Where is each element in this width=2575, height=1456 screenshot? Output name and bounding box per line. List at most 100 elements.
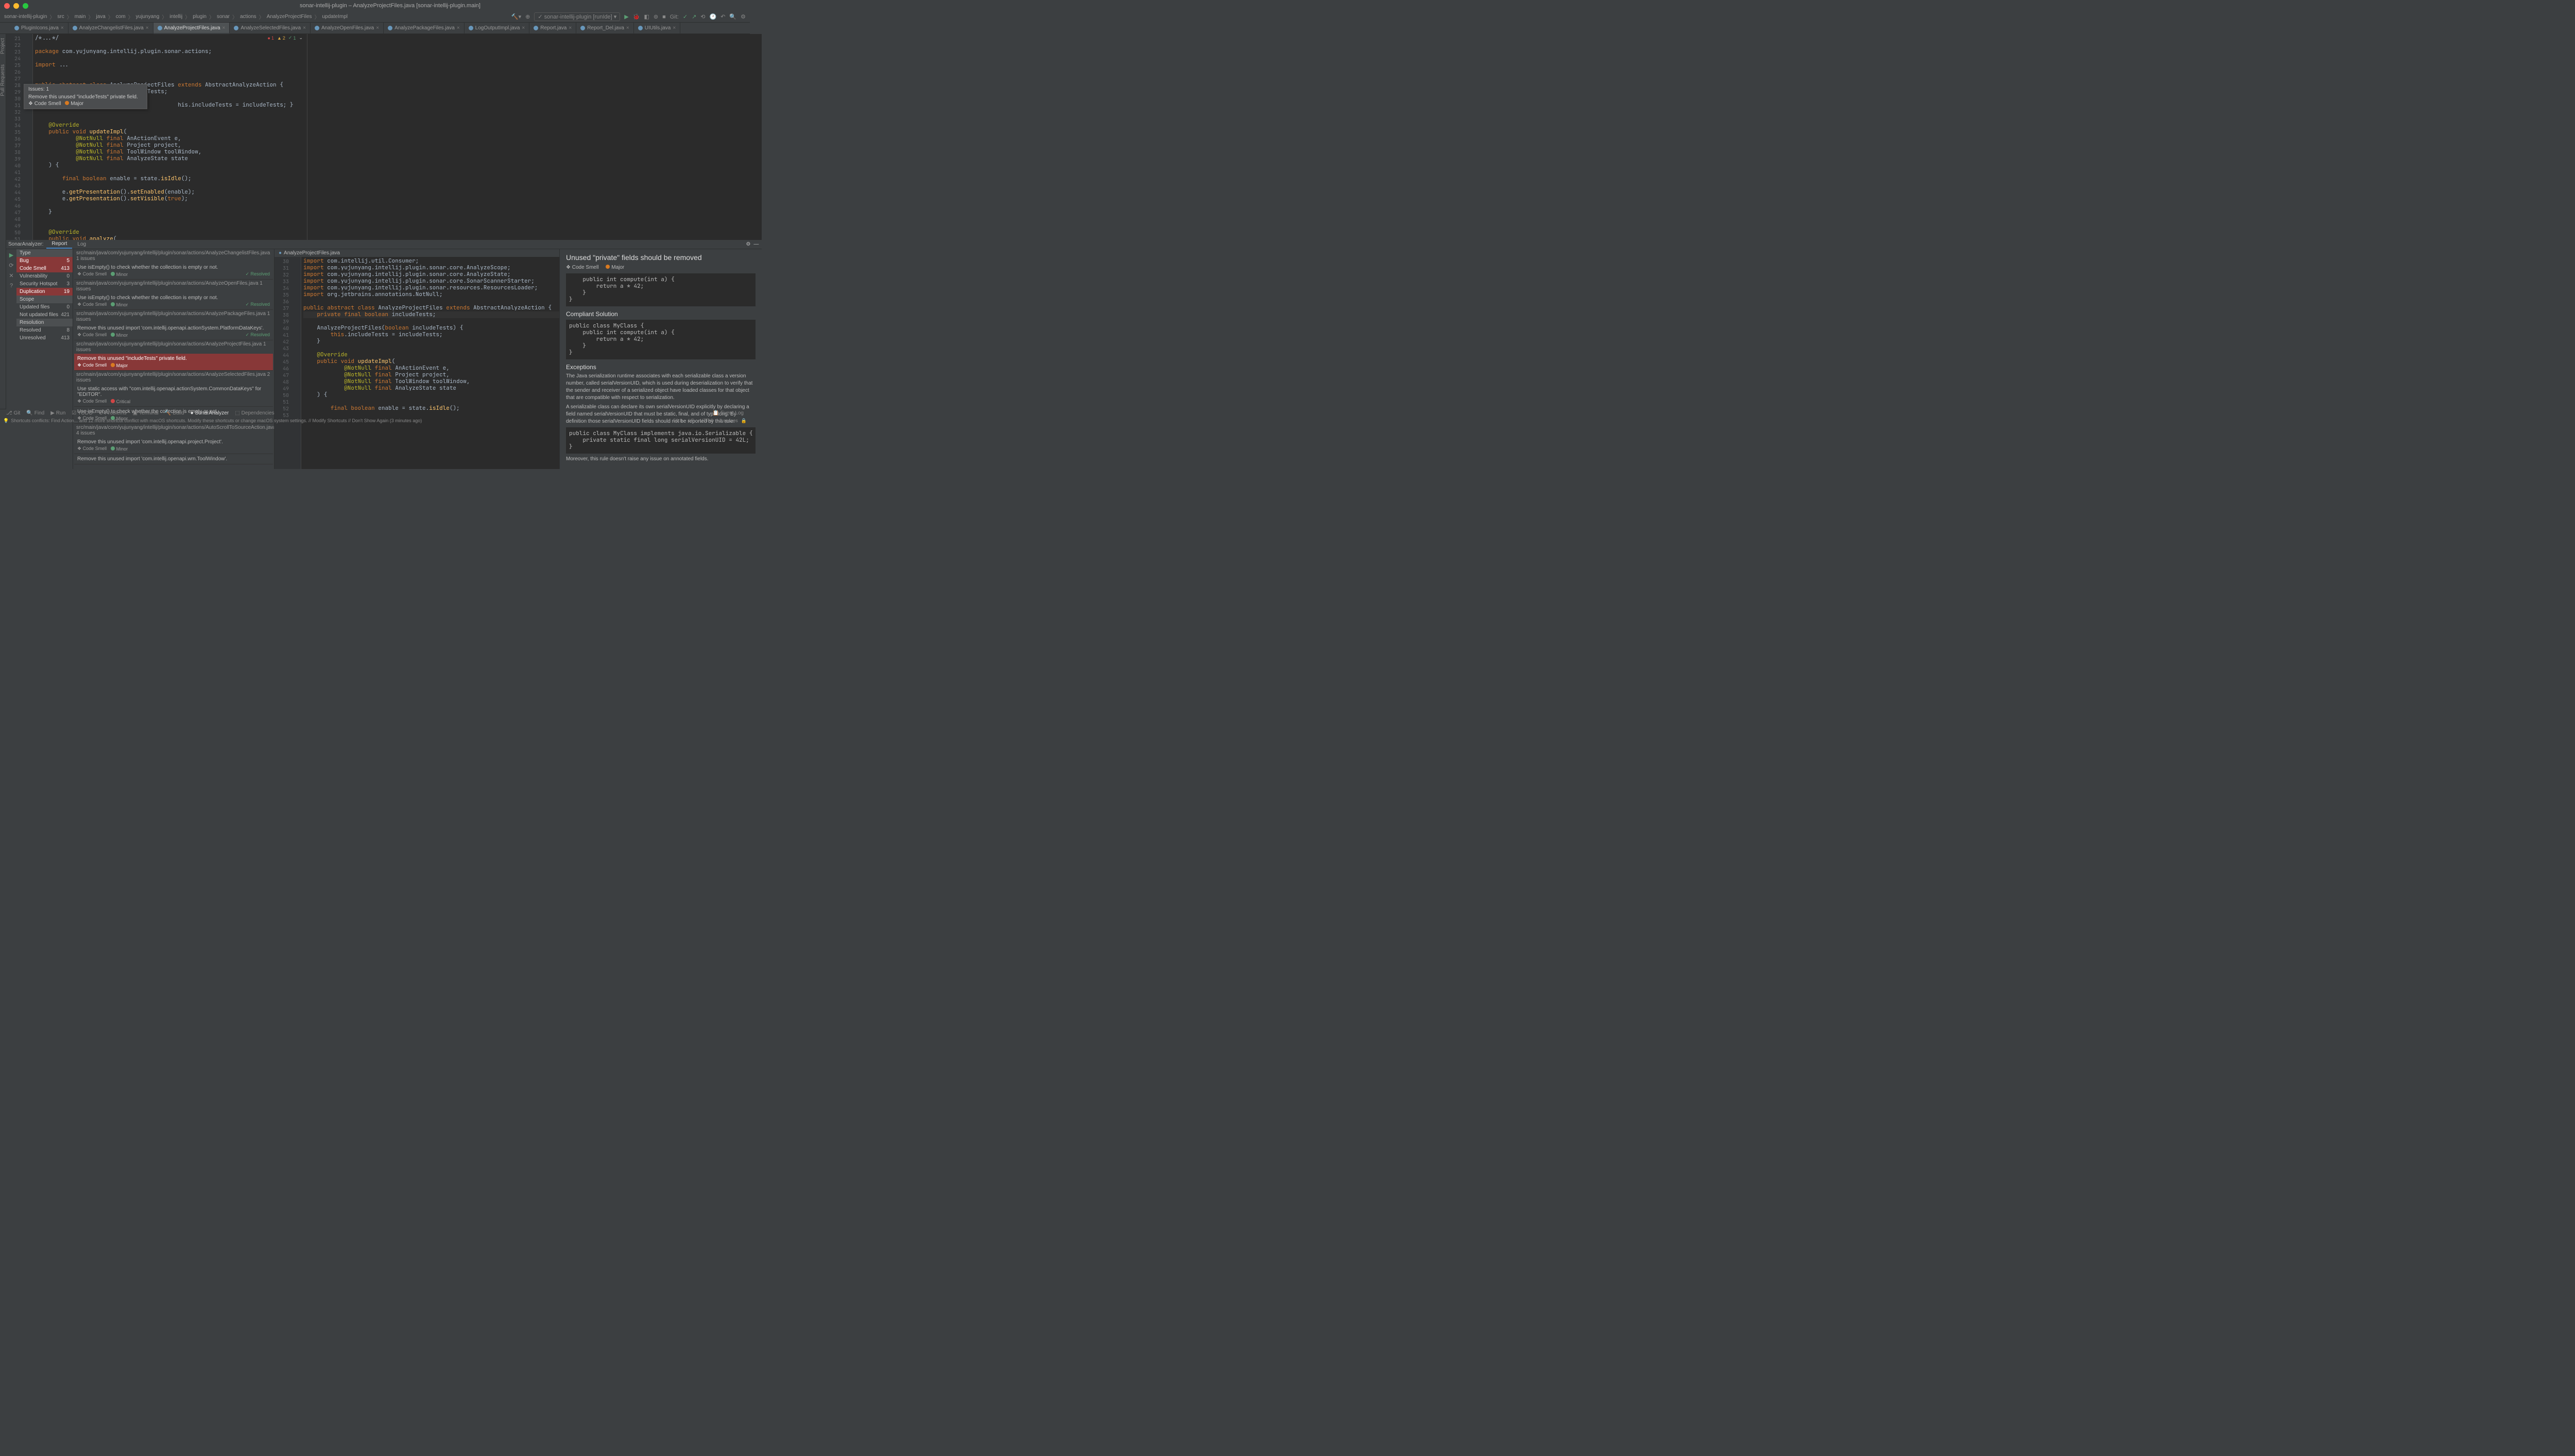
run-icon[interactable]: ▶ <box>624 13 628 20</box>
weak-warning-count[interactable]: ✓ 1 <box>288 35 296 41</box>
filter-row[interactable]: Not updated files421 <box>16 311 73 319</box>
filter-row[interactable]: Unresolved413 <box>16 334 73 342</box>
minimize-window[interactable] <box>13 3 19 9</box>
sb-run[interactable]: ▶ Run <box>47 410 68 416</box>
breadcrumb-seg[interactable]: updateImpl <box>322 14 348 20</box>
breadcrumb-seg[interactable]: plugin <box>193 14 207 20</box>
editor-pane[interactable]: ● 1 ▲ 2 ✓ 1 ⌄ 21 22 23 24 25 26 27 28 29… <box>6 34 307 240</box>
close-icon[interactable]: × <box>522 25 525 31</box>
close-icon[interactable]: × <box>146 25 149 31</box>
filter-row[interactable]: Security Hotspot3 <box>16 280 73 288</box>
sb-build[interactable]: 🔨 Build <box>162 410 187 416</box>
close-icon[interactable]: × <box>626 25 629 31</box>
zoom-window[interactable] <box>23 3 28 9</box>
issue-group-header[interactable]: src/main/java/com/yujunyang/intellij/plu… <box>73 424 274 437</box>
issues-list[interactable]: src/main/java/com/yujunyang/intellij/plu… <box>73 249 274 469</box>
editor-tab[interactable]: AnalyzeSelectedFiles.java× <box>230 23 311 33</box>
preview-panel[interactable]: ●AnalyzeProjectFiles.java 30 31 32 33 34… <box>274 249 560 469</box>
play-icon[interactable]: ▶ <box>8 251 15 258</box>
error-count[interactable]: ● 1 <box>268 36 274 41</box>
sb-readonly-icon[interactable]: 🔒 <box>741 418 747 424</box>
sb-eol[interactable]: LF <box>685 418 697 423</box>
preview-code[interactable]: import com.intellij.util.Consumer; impor… <box>301 257 559 469</box>
close-icon[interactable]: × <box>61 25 64 31</box>
sb-problems[interactable]: ⊘ Problems <box>96 410 130 416</box>
git-history-icon[interactable]: 🕐 <box>710 13 717 20</box>
sb-git[interactable]: ⎇ Git <box>3 410 23 416</box>
breadcrumb-seg[interactable]: sonar-intellij-plugin <box>4 14 47 20</box>
editor-tab[interactable]: Report_Del.java× <box>576 23 634 33</box>
close-icon[interactable]: × <box>673 25 676 31</box>
breadcrumb-seg[interactable]: actions <box>240 14 256 20</box>
sb-terminal[interactable]: ▣ Terminal <box>130 410 162 416</box>
debug-icon[interactable]: 🐞 <box>633 13 640 20</box>
settings-icon[interactable]: ⚙ <box>741 13 746 20</box>
filter-row[interactable]: Bug5 <box>16 257 73 265</box>
editor-tab[interactable]: UIUtils.java× <box>634 23 680 33</box>
report-tab[interactable]: Report <box>46 240 72 249</box>
sb-encoding[interactable]: UTF-8 <box>697 418 716 423</box>
close-icon[interactable]: × <box>222 25 226 31</box>
sb-indent[interactable]: 4 spaces <box>716 418 741 423</box>
issue-card[interactable]: Remove this unused import 'com.intellij.… <box>74 323 273 340</box>
filter-row[interactable]: Updated files0 <box>16 303 73 311</box>
issue-card[interactable]: Remove this unused import 'com.intellij.… <box>74 437 273 454</box>
filter-row[interactable]: Duplication19 <box>16 288 73 296</box>
git-push-icon[interactable]: ↗ <box>692 13 696 20</box>
close-icon[interactable]: × <box>457 25 460 31</box>
sb-find[interactable]: 🔍 Find <box>23 410 47 416</box>
clear-icon[interactable]: ✕ <box>8 272 15 279</box>
issue-card[interactable]: Use isEmpty() to check whether the colle… <box>74 293 273 310</box>
filter-row[interactable]: Vulnerability0 <box>16 272 73 280</box>
issue-group-header[interactable]: src/main/java/com/yujunyang/intellij/plu… <box>73 280 274 293</box>
close-icon[interactable]: × <box>303 25 306 31</box>
issue-group-header[interactable]: src/main/java/com/yujunyang/intellij/plu… <box>73 310 274 323</box>
help-icon[interactable]: ? <box>8 282 15 289</box>
git-rollback-icon[interactable]: ↶ <box>720 13 725 20</box>
code-body[interactable]: /*...*/ package com.yujunyang.intellij.p… <box>33 34 307 240</box>
sb-todo[interactable]: ☑ TODO <box>68 410 96 416</box>
hammer-icon[interactable]: 🔨▾ <box>511 13 521 20</box>
run-config-select[interactable]: ✓ sonar-intellij-plugin [runIde] ▾ <box>534 12 620 21</box>
editor-tab[interactable]: PluginIcons.java× <box>10 23 68 33</box>
tool-settings-icon[interactable]: ⚙ <box>746 241 753 247</box>
breadcrumb-seg[interactable]: main <box>75 14 86 20</box>
sb-eventlog[interactable]: 📋 Event Log <box>710 410 747 416</box>
issue-card[interactable]: Use isEmpty() to check whether the colle… <box>74 263 273 280</box>
sb-sonar[interactable]: ● SonarAnalyzer <box>187 410 232 416</box>
breadcrumb-seg[interactable]: intellij <box>169 14 182 20</box>
issue-group-header[interactable]: src/main/java/com/yujunyang/intellij/plu… <box>73 249 274 263</box>
issue-card[interactable]: Remove this unused import 'com.intellij.… <box>74 454 273 464</box>
rule-panel[interactable]: Unused "private" fields should be remove… <box>560 249 762 469</box>
editor-tab[interactable]: AnalyzeChangelistFiles.java× <box>68 23 153 33</box>
editor-tab[interactable]: AnalyzePackageFiles.java× <box>384 23 465 33</box>
coverage-icon[interactable]: ◧ <box>644 13 649 20</box>
breadcrumb-seg[interactable]: java <box>96 14 105 20</box>
close-window[interactable] <box>4 3 10 9</box>
pull-requests-tool[interactable]: Pull Requests <box>0 62 6 98</box>
breadcrumb-seg[interactable]: src <box>57 14 64 20</box>
sb-dependencies[interactable]: ⬚ Dependencies <box>232 410 277 416</box>
editor-tab[interactable]: AnalyzeOpenFiles.java× <box>311 23 384 33</box>
breadcrumb-seg[interactable]: AnalyzeProjectFiles <box>267 14 312 20</box>
editor-tab[interactable]: Report.java× <box>529 23 576 33</box>
issue-group-header[interactable]: src/main/java/com/yujunyang/intellij/plu… <box>73 340 274 354</box>
tool-hide-icon[interactable]: — <box>753 241 762 247</box>
git-update-icon[interactable]: ⟲ <box>700 13 705 20</box>
search-icon[interactable]: 🔍 <box>729 13 736 20</box>
editor-tab[interactable]: AnalyzeProjectFiles.java× <box>153 23 230 34</box>
warning-count[interactable]: ▲ 2 <box>277 36 285 41</box>
sb-caret[interactable]: 50:8 <box>670 418 685 423</box>
issue-card[interactable]: Use static access with "com.intellij.ope… <box>74 384 273 407</box>
user-icon[interactable]: ⊕ <box>525 13 530 20</box>
filter-row[interactable]: Resolved8 <box>16 326 73 334</box>
breadcrumb-seg[interactable]: yujunyang <box>136 14 160 20</box>
breadcrumb-seg[interactable]: com <box>116 14 126 20</box>
git-commit-icon[interactable]: ✓ <box>683 13 688 20</box>
inspection-widget[interactable]: ● 1 ▲ 2 ✓ 1 ⌄ <box>268 35 303 41</box>
breadcrumb-seg[interactable]: sonar <box>217 14 230 20</box>
inspection-menu[interactable]: ⌄ <box>299 35 303 41</box>
filter-row[interactable]: Code Smell413 <box>16 265 73 272</box>
close-icon[interactable]: × <box>376 25 379 31</box>
issue-group-header[interactable]: src/main/java/com/yujunyang/intellij/plu… <box>73 371 274 384</box>
